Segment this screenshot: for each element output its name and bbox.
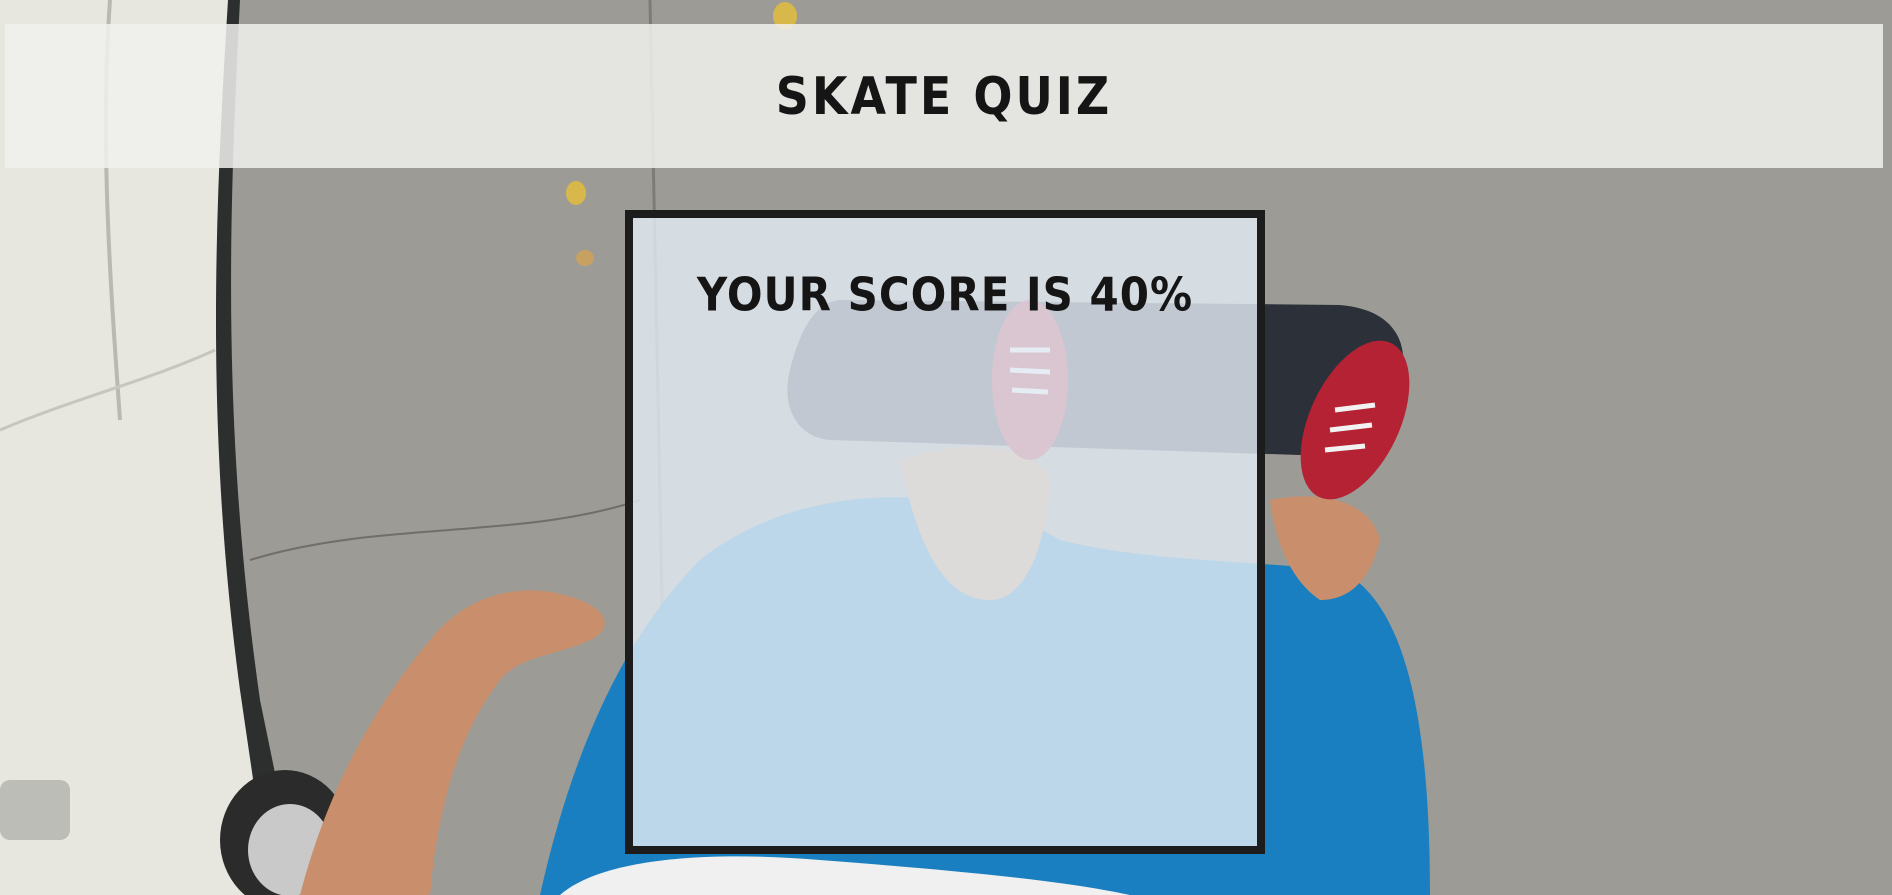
header-bar: SKATE QUIZ xyxy=(5,24,1883,168)
site-title: SKATE QUIZ xyxy=(775,65,1113,127)
score-panel: YOUR SCORE IS 40% xyxy=(625,210,1265,854)
score-text: YOUR SCORE IS 40% xyxy=(696,267,1194,322)
